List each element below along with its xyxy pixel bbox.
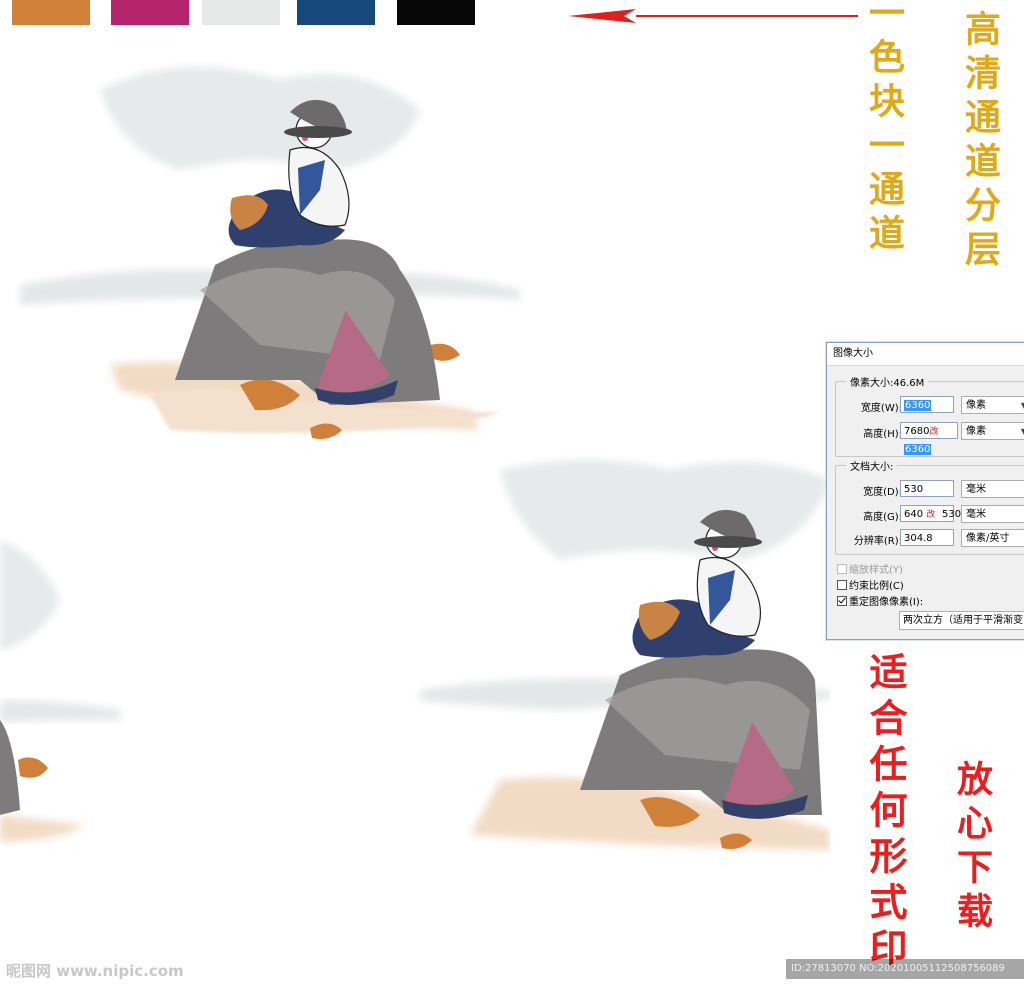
constrain-proportions-checkbox[interactable]: 约束比例(C) [837, 577, 904, 592]
site-watermark: 昵图网 www.nipic.com [6, 962, 184, 980]
scale-styles-checkbox[interactable]: 缩放样式(Y) [837, 561, 903, 576]
height-unit-select[interactable]: 像素 ▼ [961, 422, 1024, 440]
doc-width-input[interactable]: 530 [900, 480, 954, 497]
doc-height-unit-select[interactable]: 毫米 [961, 505, 1024, 523]
resolution-label: 分辨率(R): [853, 536, 902, 547]
id-watermark: ID:27813070 NO:20201005112508756089 [786, 959, 1024, 979]
any-print-text: 适合任何形式印 [863, 652, 908, 974]
height-input[interactable]: 7680改6360 [900, 422, 958, 455]
width-input[interactable]: 6360 [900, 396, 954, 413]
doc-size-label: 文档大小: [846, 458, 898, 473]
color-block-text: 一色块一通道 [863, 0, 905, 258]
doc-width-label: 宽度(D): [863, 487, 902, 498]
scene-left-partial [0, 540, 120, 842]
dialog-title: 图像大小 [827, 343, 1024, 366]
doc-width-unit-select[interactable]: 毫米 [961, 480, 1024, 498]
resolution-input[interactable]: 304.8 [900, 529, 954, 546]
width-unit-select[interactable]: 像素 ▼ [961, 396, 1024, 414]
width-label: 宽度(W): [860, 403, 902, 414]
document-size-group: 文档大小: 宽度(D): 530 毫米 高度(G): 640 改 530 毫米 … [835, 458, 1024, 555]
boy-on-rock-artwork [0, 67, 830, 850]
doc-height-new-value: 530 [942, 509, 962, 520]
pixel-size-label: 像素大小:46.6M [846, 374, 929, 389]
image-size-dialog: 图像大小 像素大小:46.6M 宽度(W): 6360 像素 ▼ 高度(H): 7… [826, 342, 1024, 640]
resample-method-select[interactable]: 两次立方（适用于平滑渐变 [899, 611, 1024, 630]
resample-checkbox[interactable]: 重定图像像素(I): [837, 593, 923, 608]
hd-channels-text: 高清通道分层 [959, 10, 1001, 274]
scene-top-left [20, 67, 520, 439]
doc-height-label: 高度(G): [863, 512, 902, 523]
download-text: 放心下载 [951, 760, 993, 936]
resolution-unit-select[interactable]: 像素/英寸 [961, 529, 1024, 547]
scene-bottom-right [420, 460, 830, 850]
pixel-dimensions-group: 像素大小:46.6M 宽度(W): 6360 像素 ▼ 高度(H): 7680改6… [835, 374, 1024, 457]
height-label: 高度(H): [863, 429, 902, 440]
